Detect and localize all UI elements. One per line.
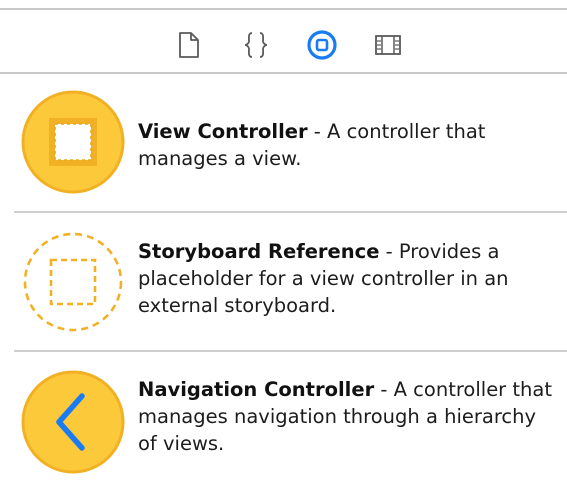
library-item-title: View Controller xyxy=(138,120,308,143)
library-item-separator: - xyxy=(307,120,328,143)
library-toolbar xyxy=(0,10,567,72)
library-item-title: Navigation Controller xyxy=(138,378,375,401)
navigation-controller-icon xyxy=(20,369,126,475)
object-library-list: View Controller - A controller that mana… xyxy=(0,74,567,487)
view-controller-icon xyxy=(20,89,126,195)
library-item-description-block: View Controller - A controller that mana… xyxy=(138,118,553,172)
library-item-storyboard-reference[interactable]: Storyboard Reference - Provides a placeh… xyxy=(0,213,567,350)
file-template-icon[interactable] xyxy=(172,28,206,62)
code-snippet-icon[interactable] xyxy=(239,28,273,62)
library-item-title: Storyboard Reference xyxy=(138,240,380,263)
library-item-description-block: Storyboard Reference - Provides a placeh… xyxy=(138,238,553,319)
library-item-separator: - xyxy=(374,378,394,401)
media-library-icon[interactable] xyxy=(371,28,405,62)
storyboard-reference-icon xyxy=(20,229,126,335)
library-item-view-controller[interactable]: View Controller - A controller that mana… xyxy=(0,74,567,212)
library-item-navigation-controller[interactable]: Navigation Controller - A controller tha… xyxy=(0,352,567,487)
library-item-description-block: Navigation Controller - A controller tha… xyxy=(138,376,553,457)
object-library-icon[interactable] xyxy=(305,28,339,62)
library-item-separator: - xyxy=(379,240,399,263)
